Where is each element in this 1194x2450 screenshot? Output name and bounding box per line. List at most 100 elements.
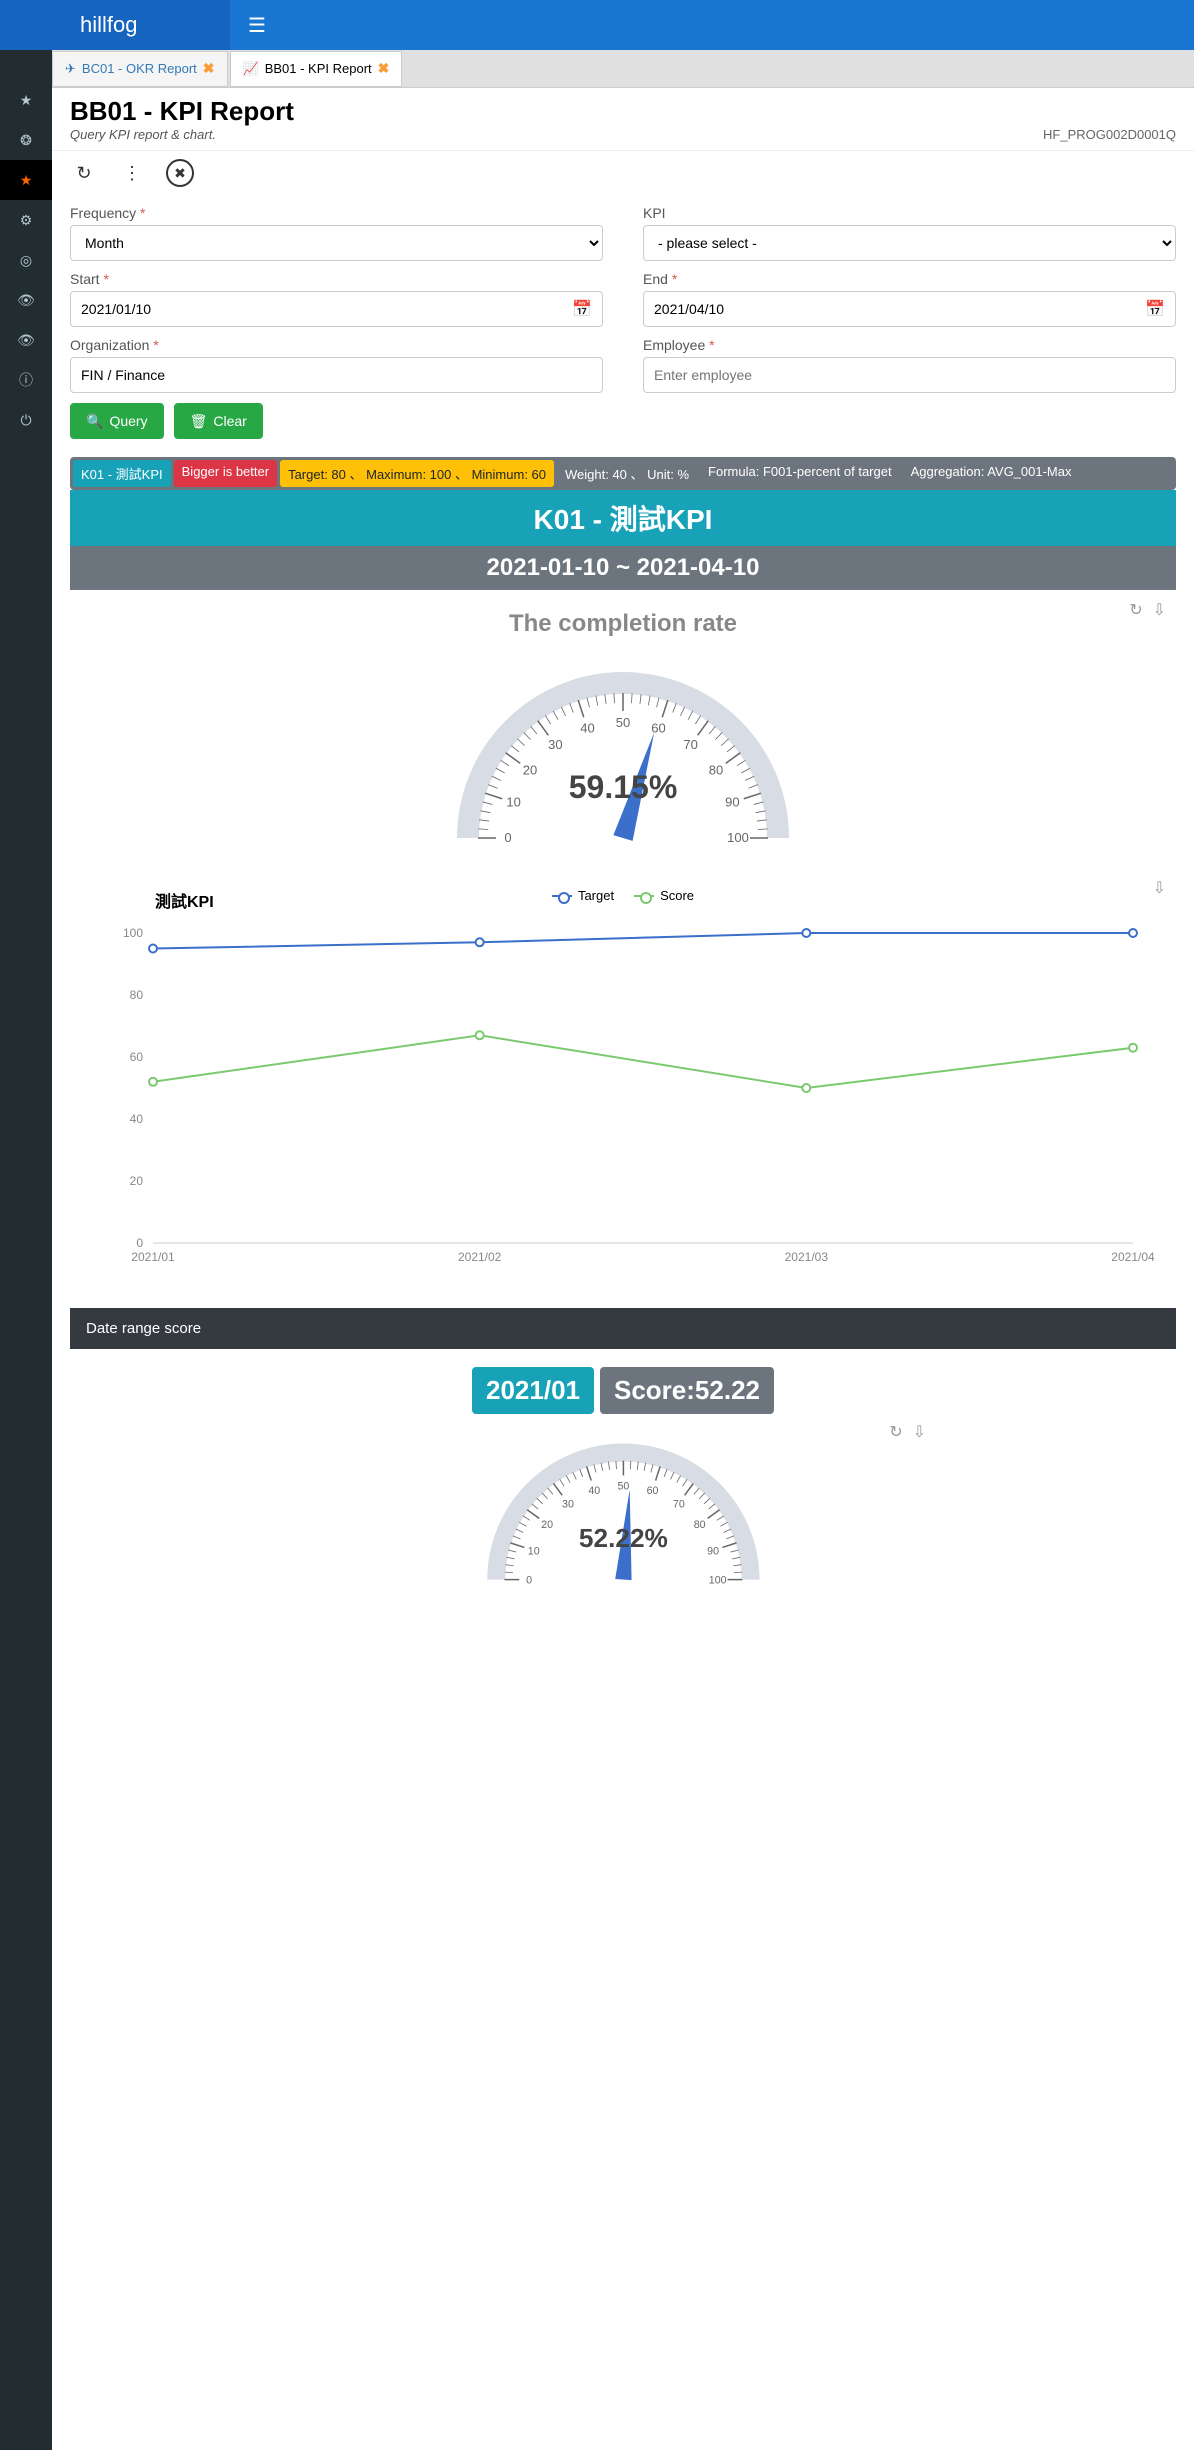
sidebar-power-icon[interactable]: ⏻	[0, 400, 52, 440]
download-icon[interactable]: ⇩	[913, 1422, 926, 1442]
svg-text:30: 30	[548, 737, 562, 752]
sidebar-star-icon[interactable]: ★	[0, 80, 52, 120]
page-subtitle: Query KPI report & chart.	[70, 127, 294, 142]
svg-text:80: 80	[693, 1519, 705, 1531]
page-title: BB01 - KPI Report	[70, 96, 294, 127]
eraser-icon: 🗑	[190, 413, 208, 430]
badge-comparison: Bigger is better	[174, 460, 277, 487]
svg-text:30: 30	[562, 1498, 574, 1510]
sidebar-star-active-icon[interactable]: ★	[0, 160, 52, 200]
badge-targets: Target: 80 、 Maximum: 100 、 Minimum: 60	[280, 460, 554, 487]
legend-score-label: Score	[660, 888, 694, 903]
kpi-title-bar: K01 - 測試KPI	[70, 490, 1176, 546]
tab-bar: ✈ BC01 - OKR Report ✖ 📈 BB01 - KPI Repor…	[52, 50, 1194, 88]
employee-input[interactable]	[643, 357, 1176, 393]
sidebar-gear-icon[interactable]: ⚙	[0, 200, 52, 240]
svg-text:40: 40	[130, 1112, 144, 1126]
legend-score: Score	[634, 888, 694, 903]
refresh-icon[interactable]: ↻	[889, 1422, 902, 1442]
badge-kpi-id: K01 - 測試KPI	[73, 460, 171, 487]
svg-text:60: 60	[130, 1050, 144, 1064]
svg-text:80: 80	[709, 762, 723, 777]
tab-kpi-report[interactable]: 📈 BB01 - KPI Report ✖	[230, 51, 403, 87]
svg-text:2021/03: 2021/03	[785, 1250, 829, 1264]
end-date-input[interactable]: 2021/04/10 📅	[643, 291, 1176, 327]
close-circle-icon[interactable]: ✖	[166, 159, 194, 187]
legend-marker-green	[634, 895, 654, 897]
tab-okr-report[interactable]: ✈ BC01 - OKR Report ✖	[52, 51, 228, 87]
svg-text:90: 90	[725, 794, 739, 809]
svg-text:52.22%: 52.22%	[579, 1523, 668, 1553]
svg-text:50: 50	[616, 715, 630, 730]
calendar-icon[interactable]: 📅	[1145, 299, 1165, 319]
svg-text:70: 70	[672, 1498, 684, 1510]
sidebar-dashboard-icon[interactable]: ❂	[0, 120, 52, 160]
gauge-svg: 010203040506070809010059.15%	[453, 658, 793, 848]
legend: Target Score	[90, 888, 1156, 903]
more-icon[interactable]: ⋮	[118, 159, 146, 187]
svg-text:2021/04: 2021/04	[1111, 1250, 1155, 1264]
svg-text:0: 0	[136, 1236, 143, 1250]
download-icon[interactable]: ⇩	[1153, 600, 1166, 620]
svg-text:90: 90	[707, 1545, 719, 1557]
sidebar-info-icon[interactable]: ⓘ	[0, 360, 52, 400]
svg-text:100: 100	[123, 926, 143, 940]
svg-text:60: 60	[646, 1485, 658, 1497]
hamburger-icon[interactable]: ☰	[230, 13, 284, 38]
start-label: Start *	[70, 271, 603, 287]
score-badge-row: 2021/01 Score:52.22	[70, 1367, 1176, 1414]
chart-line-icon: 📈	[243, 61, 259, 77]
start-date-input[interactable]: 2021/01/10 📅	[70, 291, 603, 327]
organization-input[interactable]	[70, 357, 603, 393]
frequency-select[interactable]: Month	[70, 225, 603, 261]
start-date-value: 2021/01/10	[81, 301, 151, 317]
search-icon: 🔍	[86, 413, 103, 430]
page-header: BB01 - KPI Report Query KPI report & cha…	[52, 88, 1194, 151]
badge-aggregation: Aggregation: AVG_001-Max	[903, 460, 1080, 487]
legend-marker-blue	[552, 895, 572, 897]
svg-text:100: 100	[708, 1575, 726, 1587]
tab-label: BC01 - OKR Report	[82, 61, 197, 76]
close-icon[interactable]: ✖	[378, 60, 390, 77]
clear-button[interactable]: 🗑 Clear	[174, 403, 263, 439]
svg-text:40: 40	[580, 721, 594, 736]
form-buttons: 🔍 Query 🗑 Clear	[52, 403, 1194, 457]
query-button[interactable]: 🔍 Query	[70, 403, 164, 439]
gauge-wrap: 010203040506070809010059.15%	[90, 658, 1156, 848]
sidebar-eye-icon[interactable]: 👁	[0, 280, 52, 320]
gauge-title: The completion rate	[90, 610, 1156, 638]
brand[interactable]: hillfog	[0, 0, 230, 50]
tab-label: BB01 - KPI Report	[265, 61, 372, 76]
line-chart-title: 測試KPI	[155, 888, 214, 912]
refresh-icon[interactable]: ↻	[70, 159, 98, 187]
sidebar-user-icon[interactable]: ◎	[0, 240, 52, 280]
date-range-bar: 2021-01-10 ~ 2021-04-10	[70, 546, 1176, 590]
page-code: HF_PROG002D0001Q	[1043, 127, 1176, 142]
kpi-label: KPI	[643, 205, 1176, 221]
badge-weight: Weight: 40 、 Unit: %	[557, 460, 697, 487]
end-label: End *	[643, 271, 1176, 287]
svg-text:0: 0	[504, 830, 511, 845]
close-icon[interactable]: ✖	[203, 60, 215, 77]
svg-text:0: 0	[526, 1575, 532, 1587]
svg-text:2021/02: 2021/02	[458, 1250, 502, 1264]
user-icon[interactable]: 👤	[1142, 15, 1194, 36]
kpi-select[interactable]: - please select -	[643, 225, 1176, 261]
gauge2-svg: 010203040506070809010052.22%	[484, 1432, 763, 1588]
svg-text:20: 20	[523, 762, 537, 777]
main-content: ✈ BC01 - OKR Report ✖ 📈 BB01 - KPI Repor…	[52, 50, 1194, 1648]
svg-text:50: 50	[617, 1480, 629, 1492]
line-chart-box: ⇩ 測試KPI Target Score 0204060801002021/01…	[70, 868, 1176, 1308]
gauge2-chart-box: ↻ ⇩ 010203040506070809010052.22%	[70, 1432, 1176, 1608]
top-header: hillfog ☰ 👤	[0, 0, 1194, 50]
date-range-score-bar: Date range score	[70, 1308, 1176, 1349]
refresh-icon[interactable]: ↻	[1129, 600, 1142, 620]
score-date-badge: 2021/01	[472, 1367, 594, 1414]
query-button-label: Query	[109, 413, 147, 429]
sidebar-view-icon[interactable]: 👁	[0, 320, 52, 360]
organization-label: Organization *	[70, 337, 603, 353]
calendar-icon[interactable]: 📅	[572, 299, 592, 319]
download-icon[interactable]: ⇩	[1153, 878, 1166, 898]
legend-target: Target	[552, 888, 614, 903]
score-value-badge: Score:52.22	[600, 1367, 774, 1414]
